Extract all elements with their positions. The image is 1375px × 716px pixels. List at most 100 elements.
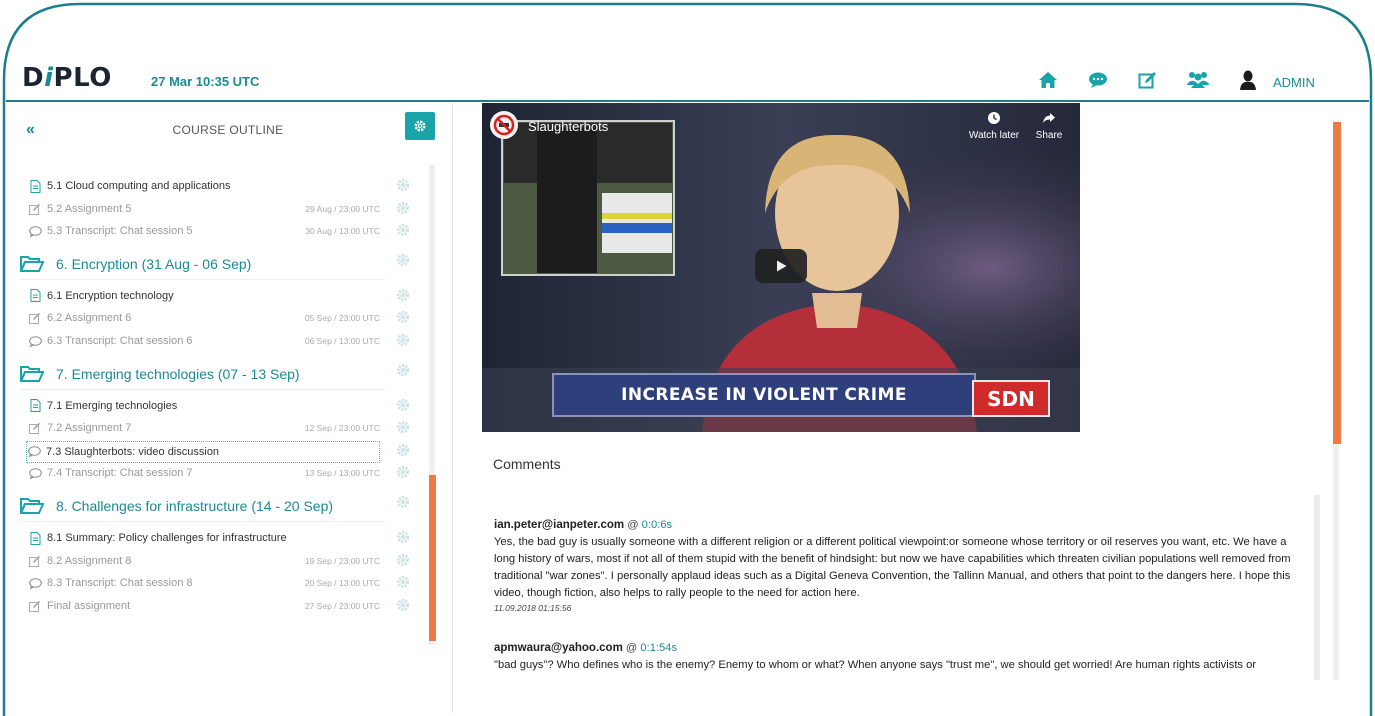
item-settings-gear-icon[interactable] [396, 575, 410, 589]
item-settings-gear-icon[interactable] [396, 465, 410, 479]
section-settings-gear-icon[interactable] [396, 495, 410, 509]
comments-viewport: apmwaura@yahoo.com @ 0:1:54s "bad guys"?… [480, 640, 1310, 678]
outline-item[interactable]: 7.3 Slaughterbots: video discussion [26, 440, 380, 463]
item-settings-gear-icon[interactable] [396, 443, 410, 457]
edit-icon [28, 312, 42, 325]
outline-settings-button[interactable] [405, 112, 435, 140]
panel-divider [452, 103, 453, 713]
group-icon[interactable] [1186, 68, 1210, 92]
comment-video-timestamp[interactable]: 0:1:54s [640, 642, 677, 654]
home-icon[interactable] [1036, 68, 1060, 92]
comment-text: Yes, the bad guy is usually someone with… [494, 536, 1291, 599]
outline-item-label: 5.2 Assignment 5 [47, 202, 132, 215]
outline-item-label: 8.3 Transcript: Chat session 8 [47, 577, 193, 590]
gear-icon [414, 120, 426, 132]
course-outline-title: COURSE OUTLINE [172, 123, 284, 137]
outline-section[interactable]: 7. Emerging technologies (07 - 13 Sep) [20, 359, 385, 390]
outline-item[interactable]: 7.2 Assignment 7 12 Sep / 23:00 UTC [28, 418, 388, 438]
course-outline-sidebar: « COURSE OUTLINE 5.1 Cloud computing and… [8, 103, 448, 713]
outline-item[interactable]: 8.3 Transcript: Chat session 8 20 Sep / 1… [28, 573, 388, 593]
outline-item[interactable]: 5.2 Assignment 5 29 Aug / 23:00 UTC [28, 199, 388, 219]
sidebar-scrollbar-thumb[interactable] [429, 475, 436, 641]
comment-item: ian.peter@ianpeter.com @ 0:0:6s Yes, the… [494, 517, 1306, 614]
section-label: 6. Encryption (31 Aug - 06 Sep) [56, 255, 252, 272]
clock-icon [988, 112, 1000, 124]
outline-item[interactable]: 7.4 Transcript: Chat session 7 13 Sep / 1… [28, 463, 388, 483]
outline-item-due: 12 Sep / 23:00 UTC [304, 423, 380, 434]
share-button[interactable]: Share [1019, 111, 1079, 141]
outline-item-label: Final assignment [47, 599, 131, 612]
outline-item-due: 30 Aug / 13:00 UTC [305, 226, 380, 237]
comment-item: apmwaura@yahoo.com @ 0:1:54s "bad guys"?… [494, 640, 1306, 674]
outline-item-due: 29 Aug / 23:00 UTC [305, 203, 380, 214]
section-settings-gear-icon[interactable] [396, 253, 410, 267]
main-scrollbar-thumb[interactable] [1333, 122, 1341, 444]
comments-scrollbar[interactable] [1314, 495, 1320, 680]
outline-item[interactable]: 8.2 Assignment 8 19 Sep / 23:00 UTC [28, 551, 388, 571]
top-navigation [1036, 65, 1260, 95]
user-icon[interactable] [1236, 68, 1260, 92]
play-icon [777, 260, 787, 272]
item-settings-gear-icon[interactable] [396, 333, 410, 347]
outline-item-due: 19 Sep / 23:00 UTC [304, 555, 380, 566]
outline-item-due: 13 Sep / 13:00 UTC [304, 468, 380, 479]
chat-icon [27, 446, 41, 458]
outline-item-label: 8.1 Summary: Policy challenges for infra… [47, 532, 287, 544]
document-icon [28, 531, 42, 545]
outline-item[interactable]: 7.1 Emerging technologies [28, 396, 388, 416]
news-network-logo: SDN [972, 380, 1050, 417]
outline-item-label: 6.3 Transcript: Chat session 6 [47, 335, 193, 347]
outline-section[interactable]: 8. Challenges for infrastructure (14 - 2… [20, 491, 385, 522]
channel-avatar[interactable] [490, 111, 518, 139]
item-settings-gear-icon[interactable] [396, 598, 410, 612]
edit-icon [28, 555, 42, 567]
item-settings-gear-icon[interactable] [396, 310, 410, 324]
outline-item[interactable]: 5.3 Transcript: Chat session 5 30 Aug / 1… [28, 221, 388, 241]
news-lower-third: INCREASE IN VIOLENT CRIME [552, 373, 976, 417]
folder-open-icon [20, 497, 44, 515]
section-label: 7. Emerging technologies (07 - 13 Sep) [56, 365, 300, 382]
comment-author[interactable]: ian.peter@ianpeter.com [494, 519, 624, 531]
video-title[interactable]: Slaughterbots [528, 119, 608, 134]
chat-icon[interactable] [1086, 68, 1110, 92]
item-settings-gear-icon[interactable] [396, 288, 410, 302]
outline-section[interactable]: 6. Encryption (31 Aug - 06 Sep) [20, 249, 385, 280]
outline-item[interactable]: 6.3 Transcript: Chat session 6 06 Sep / 1… [28, 331, 388, 351]
item-settings-gear-icon[interactable] [396, 530, 410, 544]
watch-later-button[interactable]: Watch later [964, 111, 1024, 141]
outline-item[interactable]: 6.1 Encryption technology [28, 286, 388, 306]
document-icon [28, 179, 42, 193]
diplo-logo[interactable]: DiPLO [22, 63, 112, 93]
chat-icon [28, 577, 42, 589]
outline-item-label: 7.1 Emerging technologies [47, 399, 178, 412]
item-settings-gear-icon[interactable] [396, 223, 410, 237]
play-button[interactable] [755, 249, 807, 283]
chat-icon [28, 335, 42, 347]
comment-author[interactable]: apmwaura@yahoo.com [494, 642, 623, 654]
document-icon [28, 289, 42, 303]
outline-item[interactable]: 8.1 Summary: Policy challenges for infra… [28, 528, 388, 548]
comment-video-timestamp[interactable]: 0:0:6s [642, 519, 672, 531]
item-settings-gear-icon[interactable] [396, 398, 410, 412]
item-settings-gear-icon[interactable] [396, 201, 410, 215]
chat-icon [28, 468, 42, 479]
edit-icon [28, 422, 42, 435]
item-settings-gear-icon[interactable] [396, 178, 410, 192]
edit-icon [28, 203, 42, 215]
outline-item-label: 5.3 Transcript: Chat session 5 [47, 225, 193, 238]
folder-open-icon [20, 365, 44, 383]
outline-item-due: 20 Sep / 13:00 UTC [304, 578, 380, 589]
item-settings-gear-icon[interactable] [396, 420, 410, 434]
outline-item[interactable]: 6.2 Assignment 6 05 Sep / 23:00 UTC [28, 308, 388, 328]
outline-item[interactable]: 5.1 Cloud computing and applications [28, 176, 388, 196]
outline-item-label: 5.1 Cloud computing and applications [47, 180, 231, 192]
admin-menu[interactable]: ADMIN [1273, 75, 1315, 90]
outline-item[interactable]: Final assignment 27 Sep / 23:00 UTC [28, 596, 388, 616]
section-settings-gear-icon[interactable] [396, 363, 410, 377]
video-player[interactable]: Slaughterbots Watch later Share INCREASE… [482, 103, 1080, 432]
item-settings-gear-icon[interactable] [396, 553, 410, 567]
edit-icon [28, 600, 42, 612]
edit-icon[interactable] [1136, 68, 1160, 92]
comment-text: "bad guys"? Who defines who is the enemy… [494, 659, 1257, 671]
outline-item-label: 7.2 Assignment 7 [47, 422, 132, 435]
